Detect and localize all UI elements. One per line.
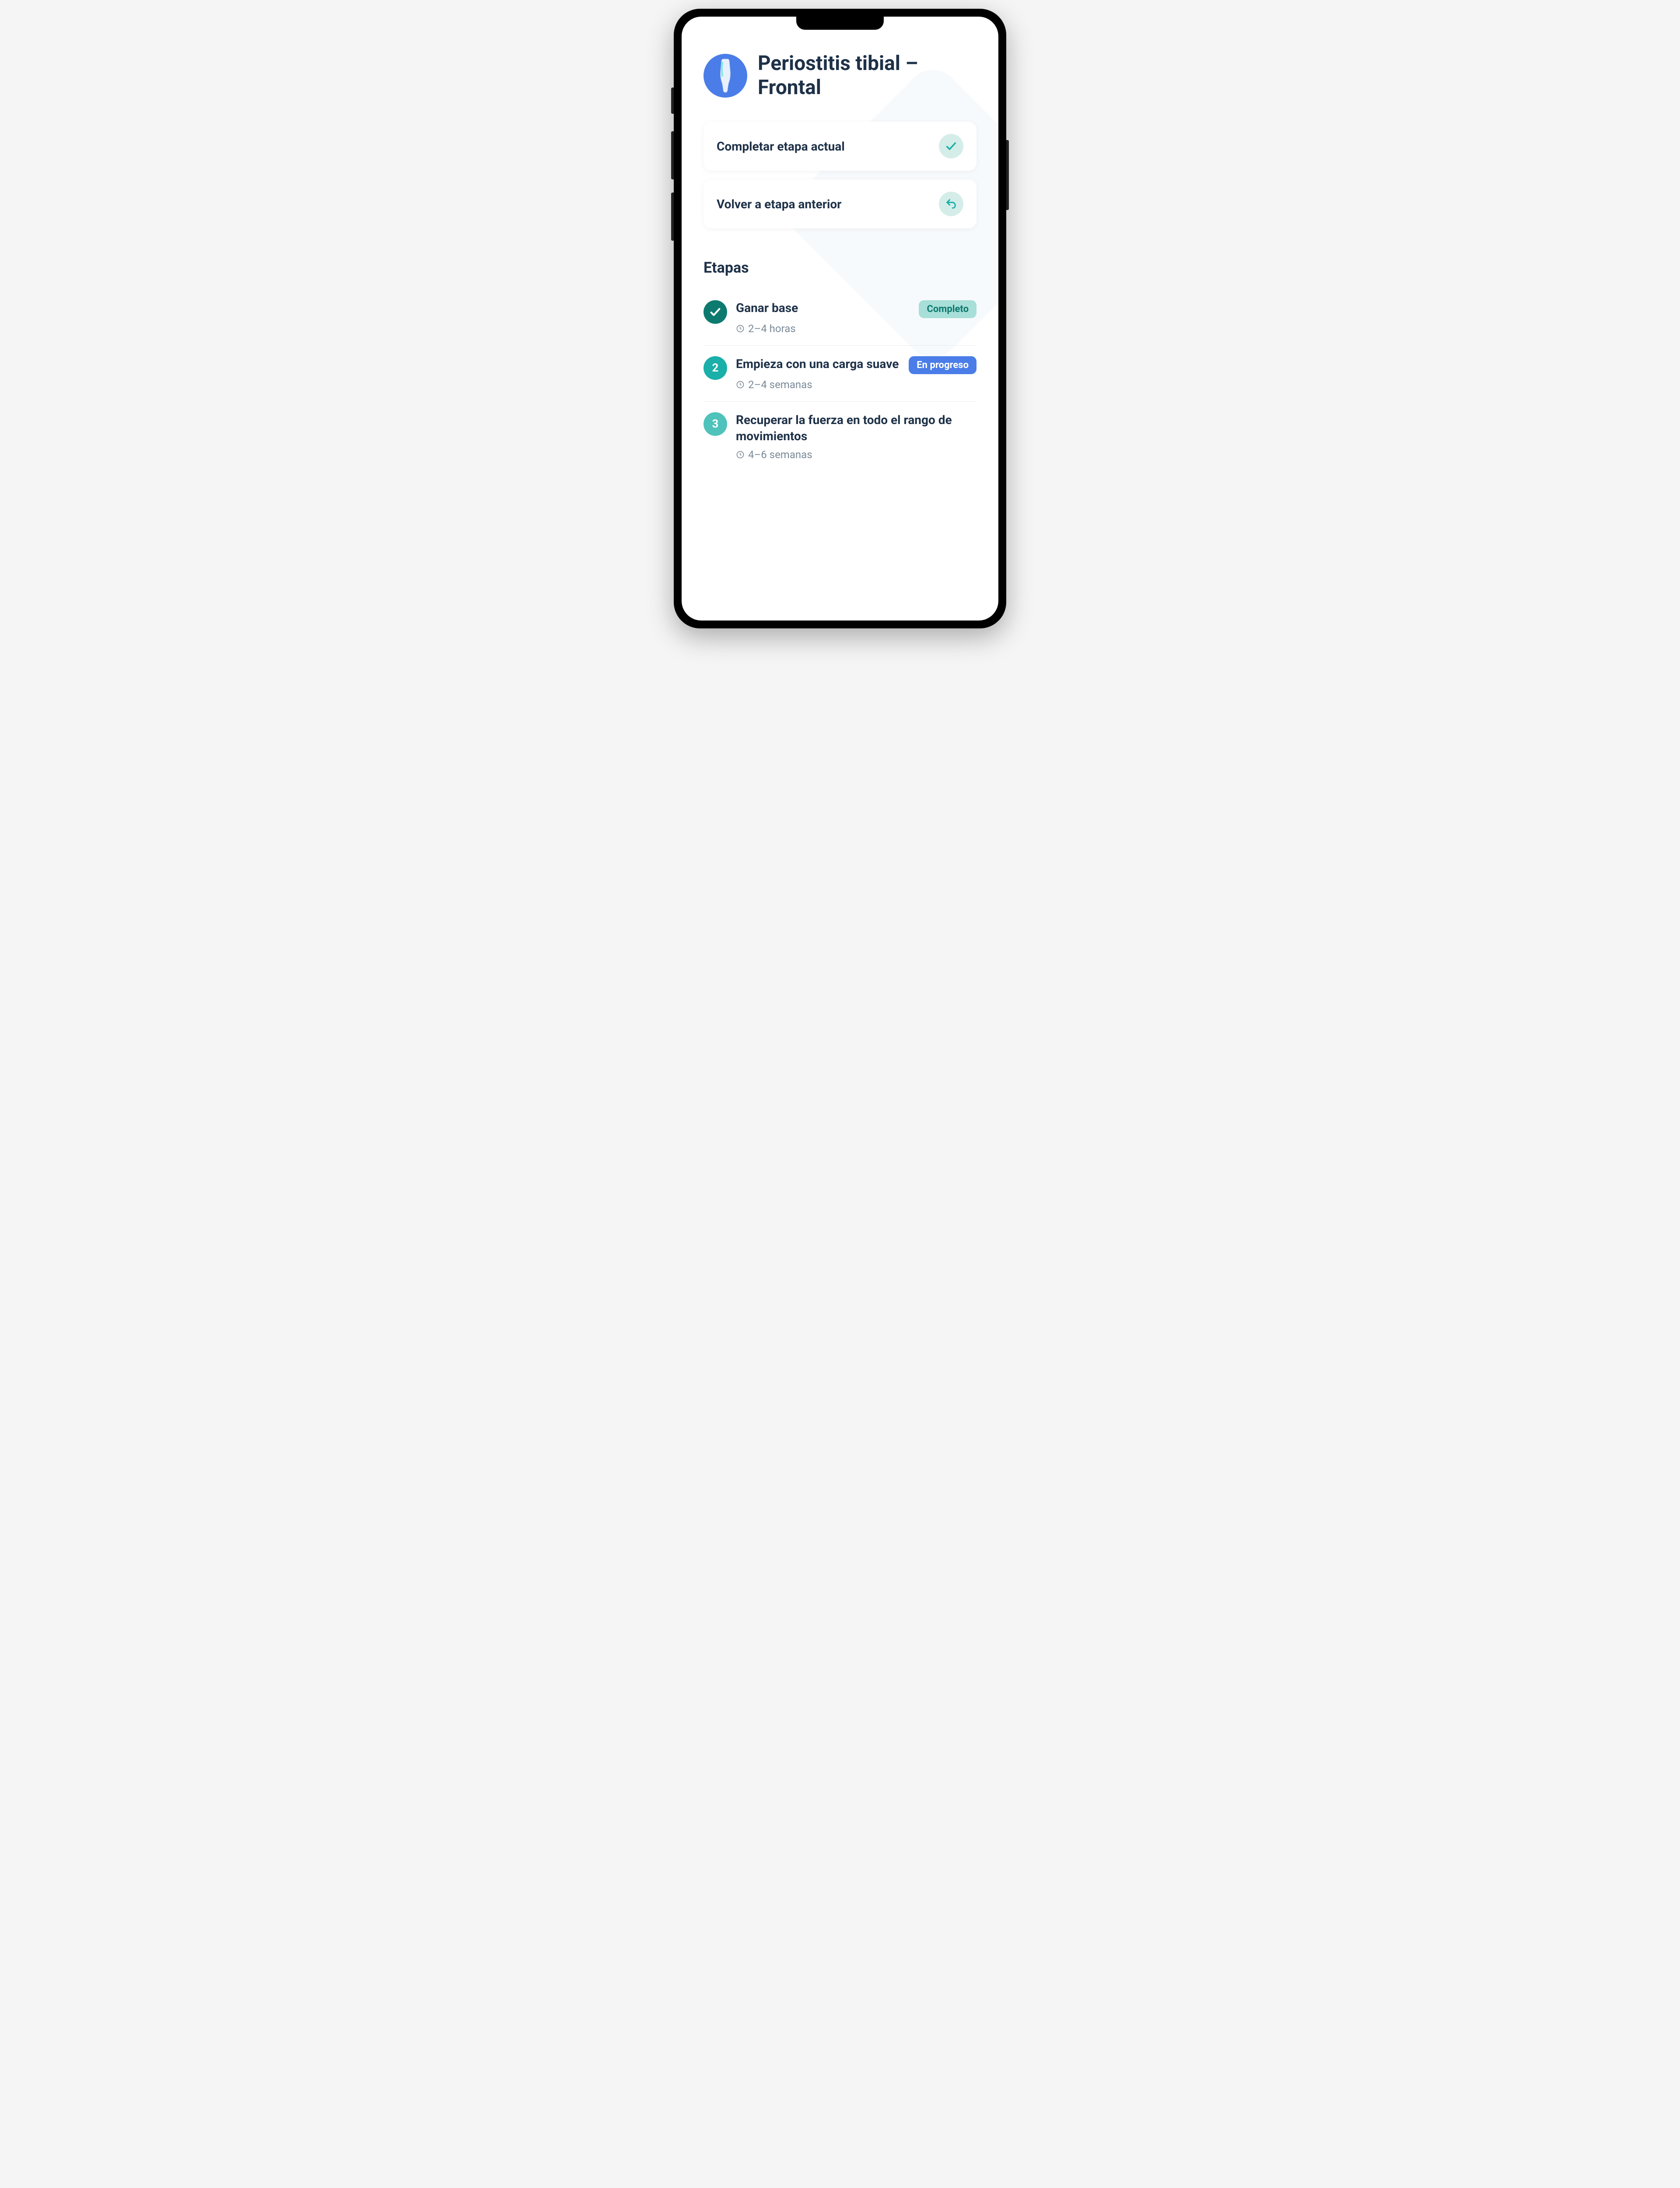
page-title: Periostitis tibial – Frontal	[758, 52, 976, 100]
back-stage-button[interactable]: Volver a etapa anterior	[704, 179, 976, 228]
stages-heading: Etapas	[704, 259, 976, 277]
stage-row[interactable]: Ganar base Completo 2–4 horas	[704, 290, 976, 346]
stage-badge-done	[704, 300, 727, 324]
stage-badge-number: 2	[704, 356, 727, 380]
stage-duration-text: 4–6 semanas	[748, 449, 812, 461]
check-icon	[939, 134, 963, 158]
phone-mute-switch	[671, 88, 674, 114]
stage-duration-text: 2–4 semanas	[748, 379, 812, 391]
phone-screen: Periostitis tibial – Frontal Completar e…	[682, 17, 998, 621]
leg-icon	[704, 54, 747, 98]
stage-duration: 2–4 horas	[736, 323, 976, 335]
status-badge-progress: En progreso	[909, 356, 976, 374]
undo-icon	[939, 192, 963, 216]
stage-row[interactable]: 3 Recuperar la fuerza en todo el rango d…	[704, 402, 976, 471]
phone-notch	[796, 17, 884, 30]
clock-icon	[736, 380, 745, 389]
stage-title: Ganar base	[736, 300, 798, 316]
clock-icon	[736, 324, 745, 333]
header: Periostitis tibial – Frontal	[704, 52, 976, 100]
back-stage-label: Volver a etapa anterior	[717, 197, 841, 211]
stage-duration: 4–6 semanas	[736, 449, 976, 461]
complete-stage-label: Completar etapa actual	[717, 139, 845, 154]
stage-duration: 2–4 semanas	[736, 379, 976, 391]
phone-volume-up	[671, 131, 674, 179]
stage-title: Recuperar la fuerza en todo el rango de …	[736, 412, 976, 444]
clock-icon	[736, 450, 745, 459]
stage-title: Empieza con una carga suave	[736, 356, 899, 372]
stage-row[interactable]: 2 Empieza con una carga suave En progres…	[704, 346, 976, 402]
phone-volume-down	[671, 193, 674, 241]
phone-power-button	[1006, 140, 1009, 210]
complete-stage-button[interactable]: Completar etapa actual	[704, 122, 976, 171]
status-badge-complete: Completo	[919, 300, 976, 318]
stage-badge-number: 3	[704, 412, 727, 436]
phone-frame: Periostitis tibial – Frontal Completar e…	[674, 9, 1006, 628]
stage-duration-text: 2–4 horas	[748, 323, 796, 335]
